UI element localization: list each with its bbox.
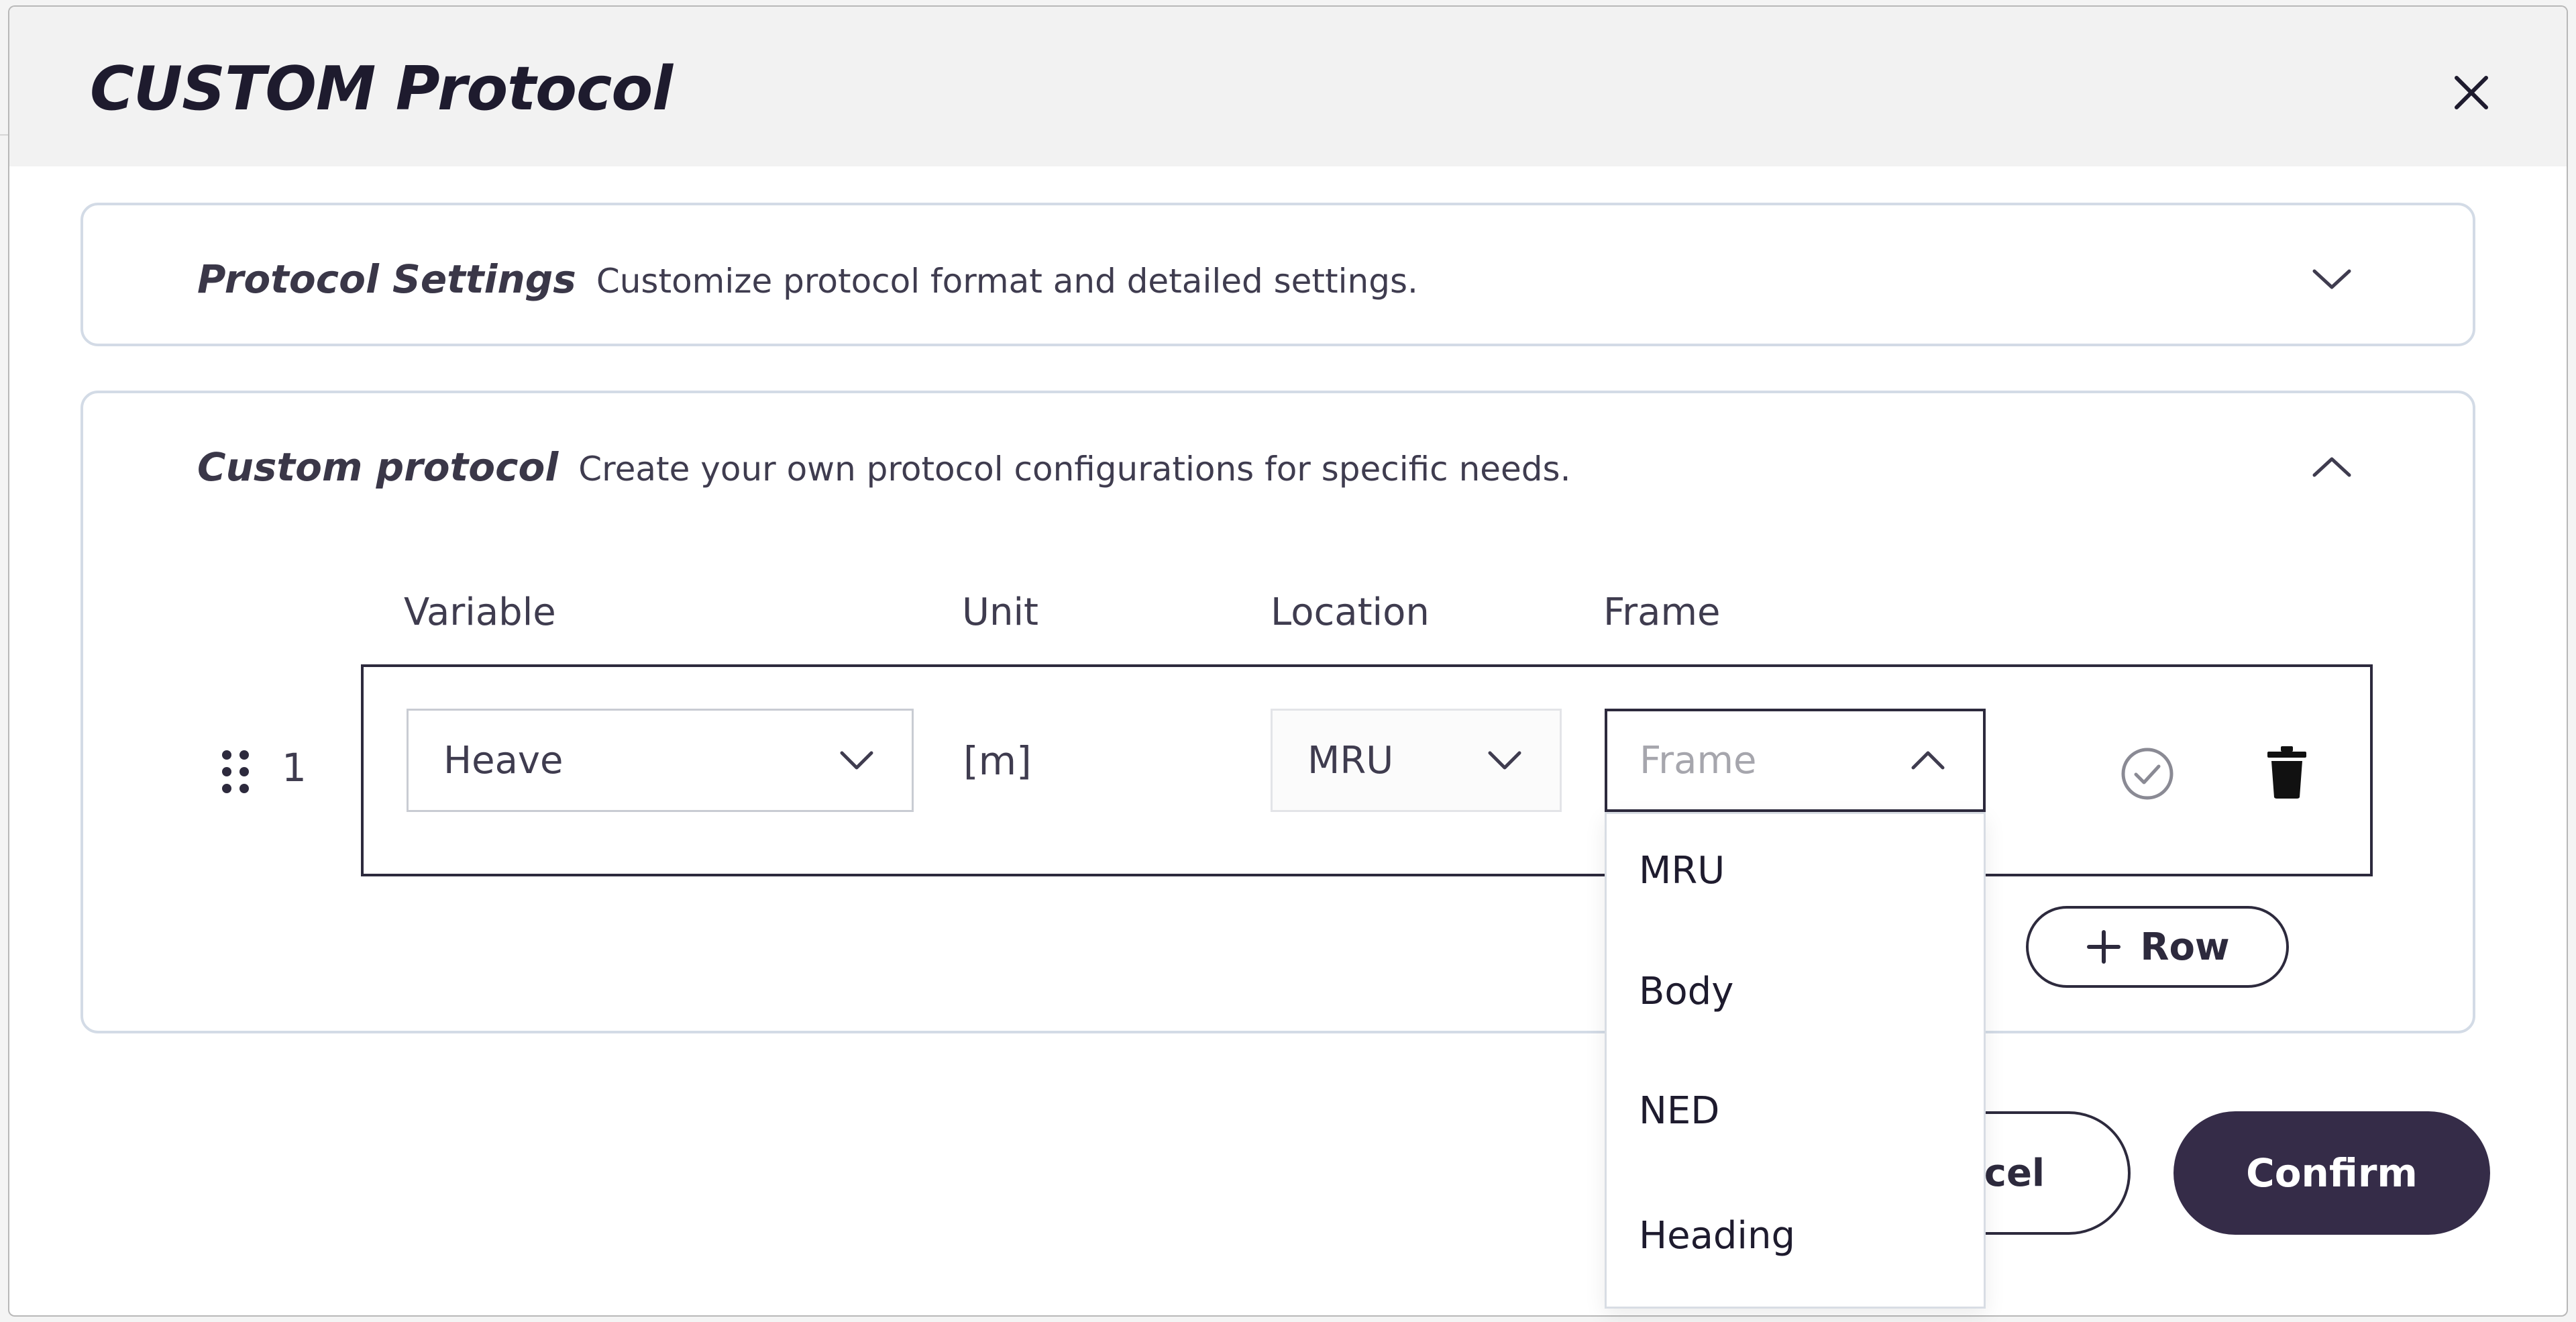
close-button[interactable] [2445,66,2498,119]
chevron-down-icon [837,747,877,774]
frame-option-mru[interactable]: MRU [1639,849,1725,893]
plus-icon [2087,930,2121,964]
frame-option-body[interactable]: Body [1639,970,1733,1013]
variable-select-value: Heave [443,738,564,782]
modal-header: CUSTOM Protocol [9,7,2567,166]
unit-value: [m] [963,738,1032,784]
add-row-label: Row [2140,925,2230,969]
chevron-down-icon [2312,269,2351,289]
row-index: 1 [282,745,307,791]
custom-protocol-header: Custom protocol Create your own protocol… [197,444,1570,490]
protocol-settings-toggle[interactable] [2305,252,2359,306]
frame-select[interactable]: Frame [1605,709,1986,812]
close-icon [2455,76,2488,109]
protocol-settings-section[interactable]: Protocol Settings Customize protocol for… [80,203,2475,346]
column-header-location: Location [1271,591,1430,634]
custom-protocol-title: Custom protocol [197,444,559,490]
column-header-frame: Frame [1603,591,1721,634]
protocol-settings-header: Protocol Settings Customize protocol for… [197,256,1418,302]
add-row-button[interactable]: Row [2026,906,2289,988]
frame-select-placeholder: Frame [1640,738,1757,782]
confirm-label: Confirm [2246,1150,2418,1196]
column-header-unit: Unit [962,591,1038,634]
custom-protocol-description: Create your own protocol configurations … [578,450,1571,489]
drag-handle-icon[interactable] [219,748,252,795]
variable-select[interactable]: Heave [407,709,914,812]
chevron-down-icon [1485,747,1525,774]
custom-protocol-toggle[interactable] [2305,440,2359,494]
protocol-settings-description: Customize protocol format and detailed s… [596,262,1418,301]
modal-title: CUSTOM Protocol [90,54,673,124]
frame-option-ned[interactable]: NED [1639,1089,1719,1133]
trash-icon[interactable] [2265,745,2309,800]
location-select-value: MRU [1307,738,1394,782]
chevron-up-icon [1908,747,1948,774]
background-divider [0,134,9,136]
column-header-variable: Variable [404,591,556,634]
frame-option-heading[interactable]: Heading [1639,1214,1795,1258]
frame-dropdown-menu: MRU Body NED Heading [1605,812,1986,1309]
check-circle-icon[interactable] [2117,744,2178,804]
chevron-up-icon [2312,457,2351,477]
protocol-settings-title: Protocol Settings [197,256,576,302]
confirm-button[interactable]: Confirm [2174,1111,2490,1235]
location-select[interactable]: MRU [1271,709,1562,812]
